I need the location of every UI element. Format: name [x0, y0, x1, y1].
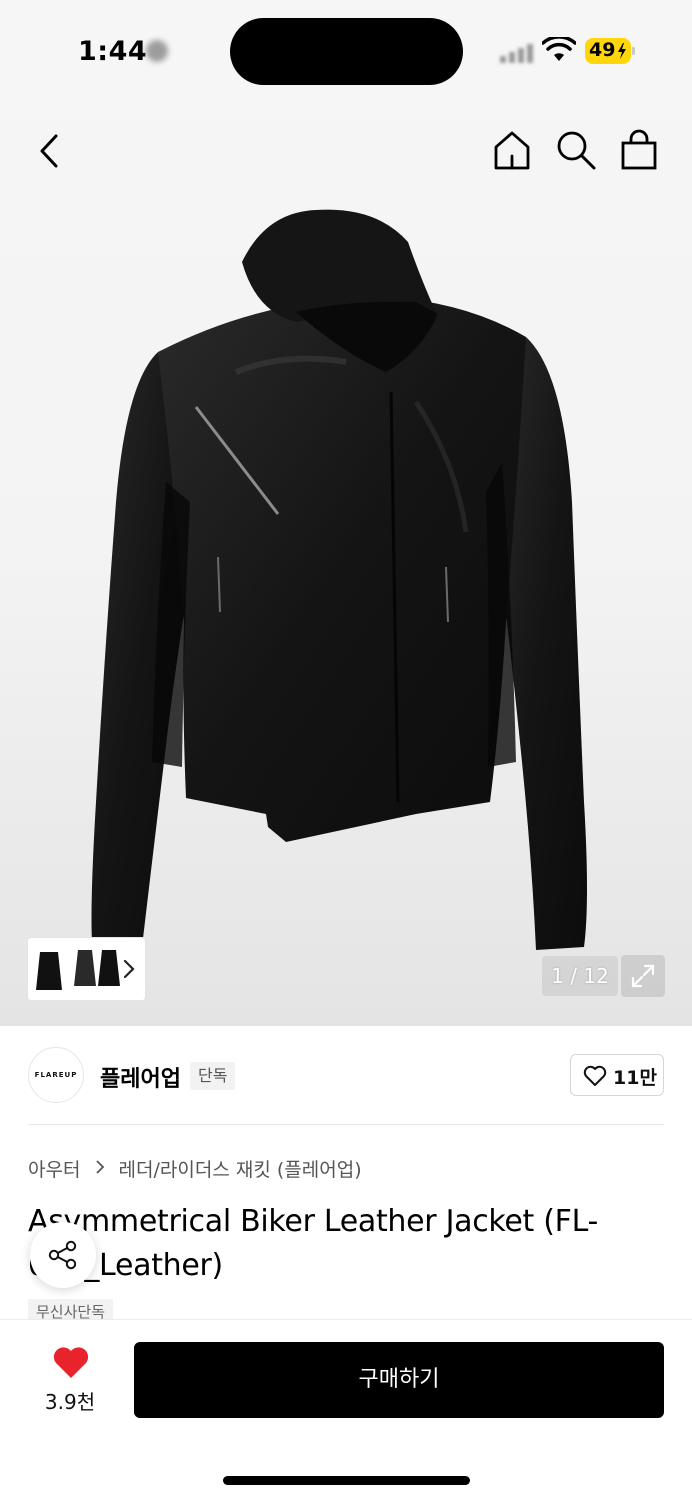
search-icon[interactable] — [554, 128, 598, 172]
heart-outline-icon — [583, 1065, 607, 1086]
status-time: 1:44 — [78, 36, 148, 67]
brand-like-count: 11만 — [613, 1067, 657, 1089]
charging-bolt-icon — [618, 43, 626, 59]
chevron-right-icon — [95, 1158, 105, 1180]
heart-filled-icon[interactable] — [52, 1345, 90, 1381]
share-icon — [48, 1240, 77, 1270]
home-icon[interactable] — [490, 128, 534, 172]
battery-indicator: 49 — [585, 38, 635, 64]
exclusive-badge: 단독 — [190, 1062, 236, 1090]
breadcrumb-subcategory[interactable]: 레더/라이더스 재킷 (플레어업) — [119, 1155, 362, 1182]
wifi-icon — [542, 37, 576, 61]
product-photo — [91, 209, 587, 950]
thumbnail-side — [74, 950, 96, 986]
buy-button[interactable]: 구매하기 — [134, 1342, 664, 1418]
thumbnail-front — [36, 952, 62, 990]
divider — [28, 1124, 664, 1125]
brand-name[interactable]: 플레어업 — [100, 1061, 181, 1093]
brand-logo[interactable]: FLAREUP — [28, 1047, 84, 1103]
share-button[interactable] — [30, 1222, 96, 1288]
home-indicator — [223, 1476, 470, 1485]
bag-icon[interactable] — [617, 128, 661, 172]
image-counter: 1 / 12 — [542, 956, 618, 996]
back-icon[interactable] — [30, 128, 70, 174]
wish-count: 3.9천 — [44, 1390, 96, 1414]
product-title: Asymmetrical Biker Leather Jacket (FL-04… — [28, 1204, 599, 1283]
cellular-signal-icon — [500, 41, 534, 63]
thumbnail-back — [98, 950, 120, 986]
chevron-right-icon[interactable] — [122, 957, 136, 981]
expand-icon — [631, 964, 655, 988]
dynamic-island — [230, 18, 463, 85]
breadcrumb-category[interactable]: 아우터 — [28, 1155, 80, 1182]
product-image-gallery[interactable]: 1:44 49 1 / 12 — [0, 0, 692, 1026]
brand-like-button[interactable]: 11만 — [570, 1054, 664, 1096]
status-notification-icon — [146, 40, 168, 62]
battery-level: 49 — [589, 39, 616, 61]
expand-button[interactable] — [621, 955, 665, 997]
breadcrumb: 아우터 레더/라이더스 재킷 (플레어업) — [28, 1155, 362, 1183]
status-bar: 1:44 49 — [0, 0, 692, 100]
